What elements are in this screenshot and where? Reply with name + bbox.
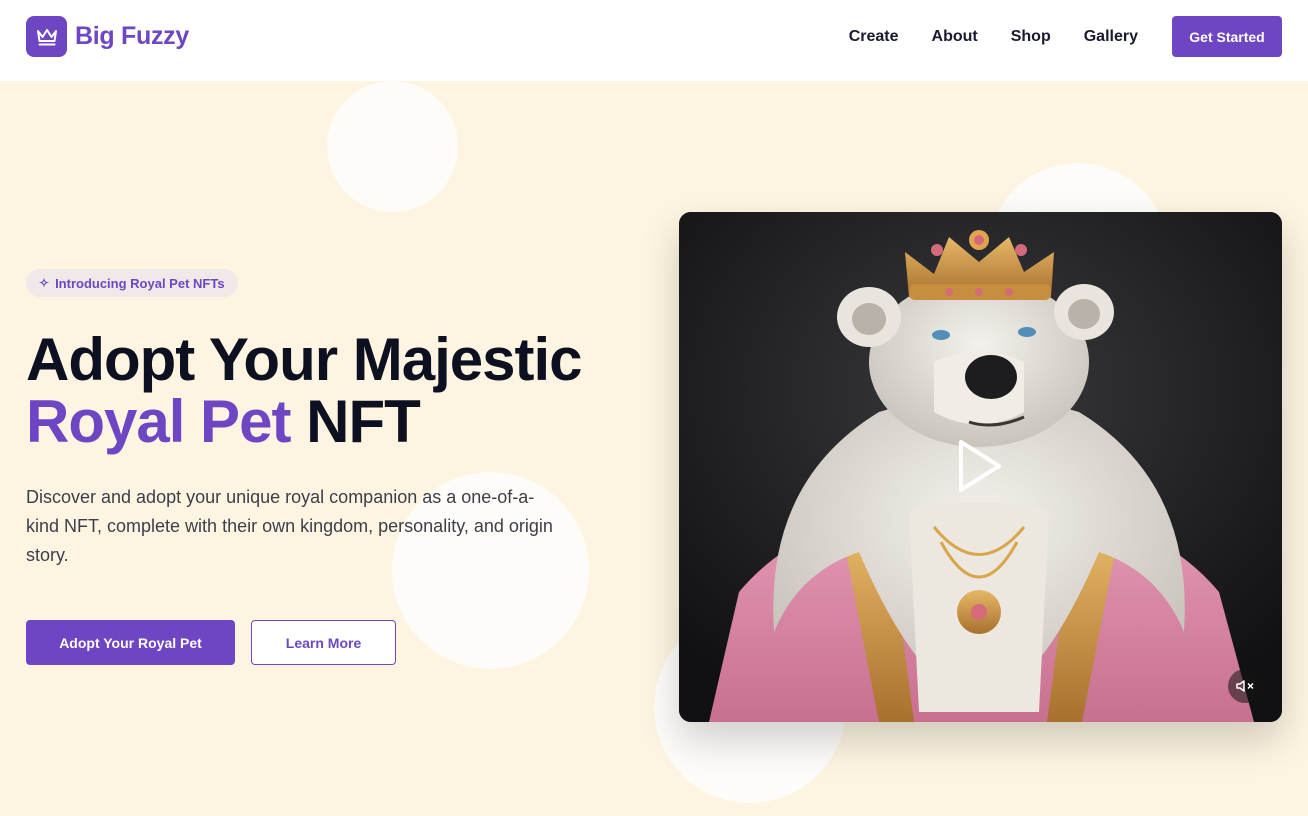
main-nav: Create About Shop Gallery Get Started xyxy=(849,16,1282,57)
headline-rest: NFT xyxy=(306,388,421,455)
hero-video[interactable] xyxy=(679,212,1282,722)
hero-description: Discover and adopt your unique royal com… xyxy=(26,487,553,565)
headline-line-1: Adopt Your Majestic xyxy=(26,326,583,393)
nav-link-shop[interactable]: Shop xyxy=(1011,28,1051,46)
decorative-circle xyxy=(327,81,458,212)
announcement-badge: ✧ Introducing Royal Pet NFTs xyxy=(26,269,238,297)
hero-section: ✧ Introducing Royal Pet NFTs Adopt Your … xyxy=(0,81,1308,816)
nav-link-gallery[interactable]: Gallery xyxy=(1084,28,1138,46)
sparkles-icon: ✧ xyxy=(39,276,50,290)
nav-link-about[interactable]: About xyxy=(932,28,978,46)
get-started-button[interactable]: Get Started xyxy=(1172,16,1282,57)
headline-accent: Royal Pet xyxy=(26,388,291,455)
brand-name: Big Fuzzy xyxy=(75,22,189,50)
play-icon[interactable] xyxy=(955,437,1005,495)
site-header: Big Fuzzy Create About Shop Gallery Get … xyxy=(0,0,1308,81)
adopt-royal-pet-button[interactable]: Adopt Your Royal Pet xyxy=(26,620,235,665)
crown-icon xyxy=(26,16,67,57)
learn-more-button[interactable]: Learn More xyxy=(251,620,396,665)
badge-label: Introducing Royal Pet NFTs xyxy=(55,275,225,291)
muted-speaker-icon[interactable] xyxy=(1228,669,1262,703)
hero-headline: Adopt Your Majestic Royal Pet NFT xyxy=(26,326,583,455)
brand-logo[interactable]: Big Fuzzy xyxy=(26,16,189,57)
nav-link-create[interactable]: Create xyxy=(849,28,899,46)
